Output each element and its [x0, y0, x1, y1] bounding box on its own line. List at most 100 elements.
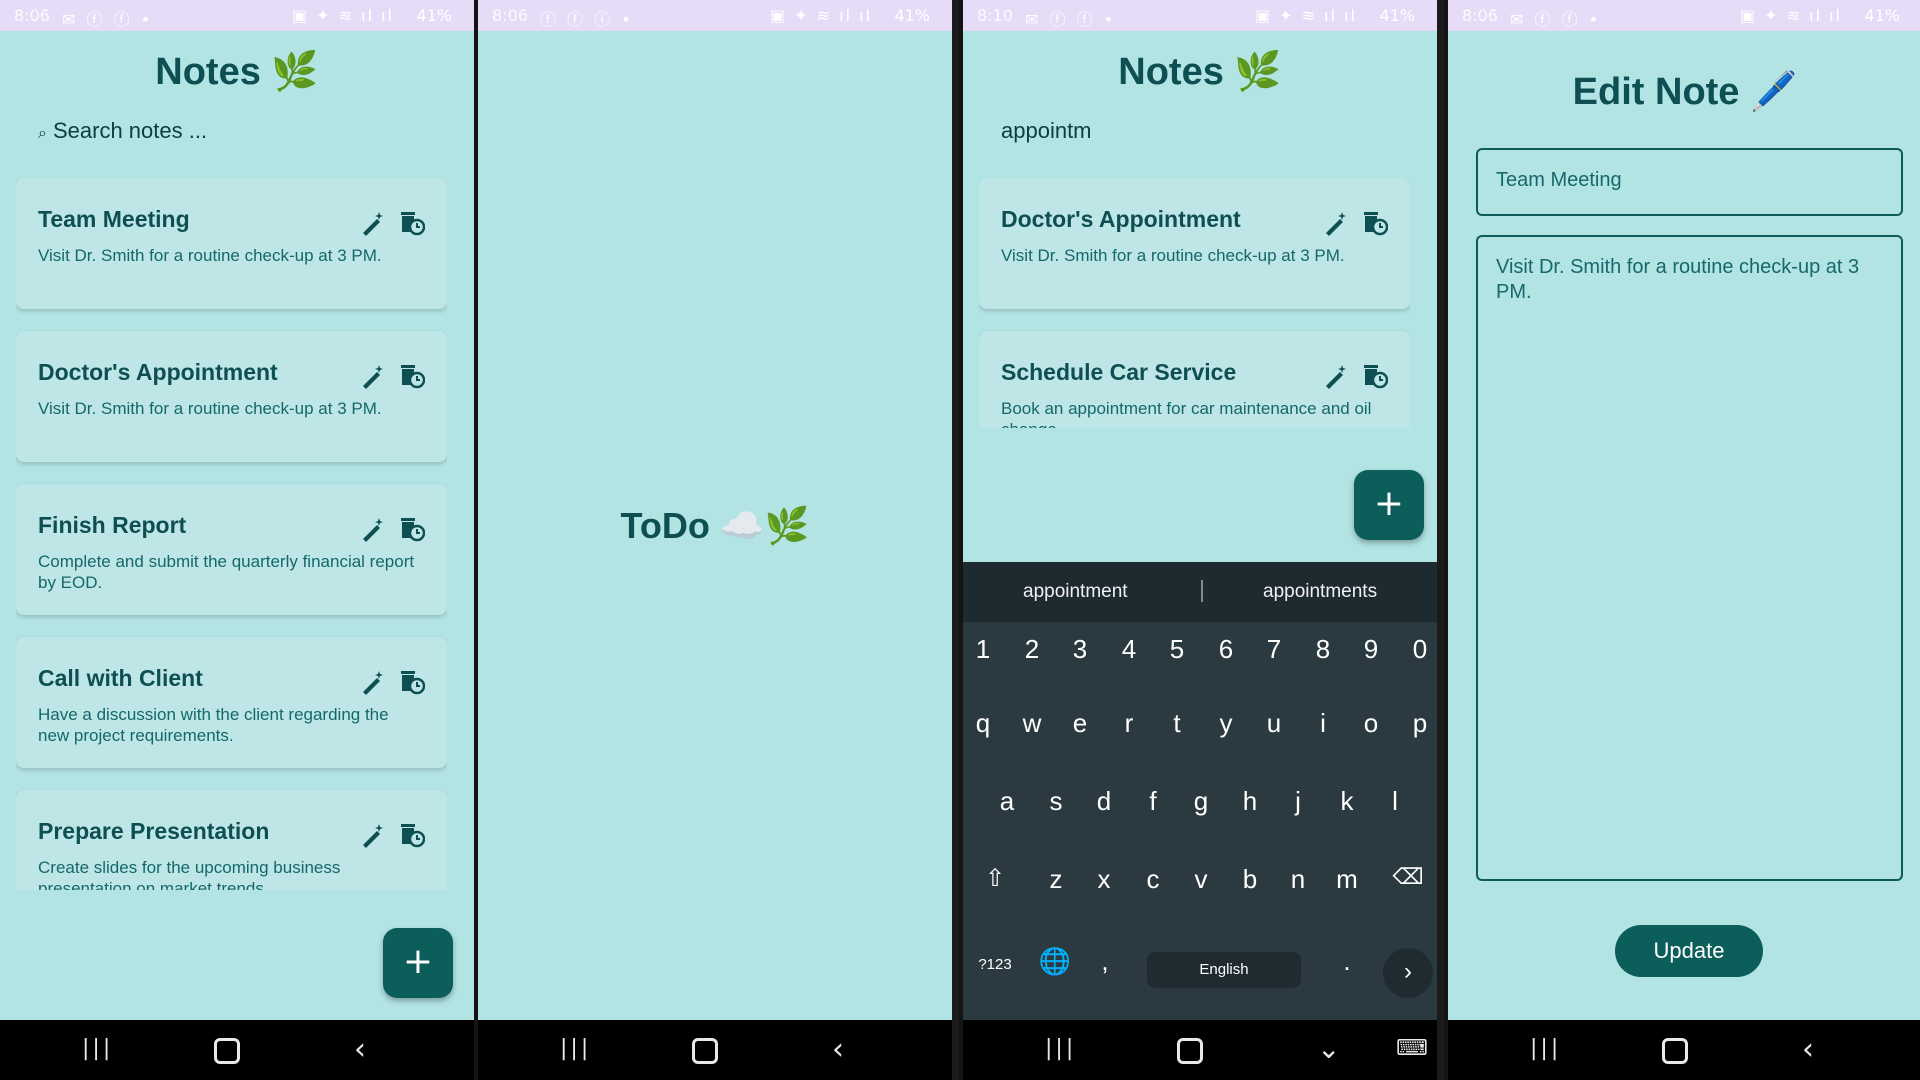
- key[interactable]: i: [1303, 708, 1343, 739]
- key[interactable]: x: [1084, 864, 1124, 895]
- shift-icon[interactable]: ⇧: [975, 864, 1015, 893]
- status-time: 8:06: [14, 6, 50, 25]
- suggestion-item[interactable]: appointment: [1023, 581, 1128, 603]
- key[interactable]: f: [1133, 786, 1173, 817]
- signal-icon: ▣ ✦ ≋ ıl ıl: [291, 6, 394, 25]
- key[interactable]: k: [1327, 786, 1367, 817]
- notes-list[interactable]: Team Meeting Visit Dr. Smith for a routi…: [16, 178, 447, 890]
- delete-icon[interactable]: [1360, 208, 1389, 236]
- edit-icon[interactable]: [1323, 210, 1351, 238]
- delete-icon[interactable]: [397, 667, 426, 695]
- comma-key[interactable]: ,: [1085, 946, 1125, 977]
- key[interactable]: m: [1327, 864, 1367, 895]
- delete-icon[interactable]: [397, 820, 426, 848]
- key[interactable]: s: [1036, 786, 1076, 817]
- key[interactable]: 3: [1060, 634, 1100, 665]
- key[interactable]: 6: [1206, 634, 1246, 665]
- key[interactable]: z: [1036, 864, 1076, 895]
- note-card[interactable]: Prepare Presentation Create slides for t…: [16, 790, 447, 890]
- note-card[interactable]: Doctor's Appointment Visit Dr. Smith for…: [979, 178, 1410, 309]
- edit-icon[interactable]: [360, 822, 388, 850]
- search-input[interactable]: appointm: [1001, 118, 1092, 144]
- suggestion-item[interactable]: appointments: [1263, 581, 1377, 603]
- key[interactable]: d: [1084, 786, 1124, 817]
- search-input[interactable]: ⌕ Search notes ...: [38, 118, 207, 144]
- note-title-field[interactable]: Team Meeting: [1476, 148, 1903, 216]
- key[interactable]: c: [1133, 864, 1173, 895]
- update-button[interactable]: Update: [1615, 925, 1763, 977]
- note-title: Doctor's Appointment: [1001, 206, 1241, 232]
- note-card[interactable]: Call with Client Have a discussion with …: [16, 637, 447, 768]
- key[interactable]: y: [1206, 708, 1246, 739]
- search-value: appointm: [1001, 118, 1092, 143]
- edit-icon[interactable]: [360, 669, 388, 697]
- note-card[interactable]: Schedule Car Service Book an appointment…: [979, 331, 1410, 428]
- period-key[interactable]: .: [1327, 946, 1367, 977]
- key[interactable]: e: [1060, 708, 1100, 739]
- key[interactable]: 1: [963, 634, 1003, 665]
- key[interactable]: a: [987, 786, 1027, 817]
- edit-icon[interactable]: [360, 210, 388, 238]
- key[interactable]: 5: [1157, 634, 1197, 665]
- home-icon[interactable]: [1177, 1038, 1203, 1064]
- key[interactable]: 2: [1012, 634, 1052, 665]
- key[interactable]: o: [1351, 708, 1391, 739]
- globe-icon[interactable]: 🌐: [1035, 946, 1075, 977]
- key[interactable]: 8: [1303, 634, 1343, 665]
- home-icon[interactable]: [214, 1038, 240, 1064]
- home-icon[interactable]: [1662, 1038, 1688, 1064]
- key[interactable]: q: [963, 708, 1003, 739]
- home-icon[interactable]: [692, 1038, 718, 1064]
- signal-icon: ▣ ✦ ≋ ıl ıl: [1739, 6, 1842, 25]
- key[interactable]: r: [1109, 708, 1149, 739]
- key[interactable]: u: [1254, 708, 1294, 739]
- recents-icon[interactable]: |||: [1045, 1036, 1076, 1061]
- enter-key[interactable]: ›: [1383, 948, 1433, 998]
- key[interactable]: 7: [1254, 634, 1294, 665]
- status-time: 8:06: [1462, 6, 1498, 25]
- key[interactable]: 9: [1351, 634, 1391, 665]
- key[interactable]: b: [1230, 864, 1270, 895]
- key[interactable]: h: [1230, 786, 1270, 817]
- delete-icon[interactable]: [397, 361, 426, 389]
- key[interactable]: v: [1181, 864, 1221, 895]
- suggestion-divider: [1201, 580, 1203, 602]
- chevron-down-icon[interactable]: ⌄: [1317, 1032, 1340, 1065]
- add-note-button[interactable]: +: [383, 928, 453, 998]
- add-note-button[interactable]: +: [1354, 470, 1424, 540]
- key[interactable]: l: [1375, 786, 1415, 817]
- delete-icon[interactable]: [397, 208, 426, 236]
- backspace-icon[interactable]: ⌫: [1388, 864, 1428, 890]
- key[interactable]: n: [1278, 864, 1318, 895]
- key[interactable]: g: [1181, 786, 1221, 817]
- note-card[interactable]: Finish Report Complete and submit the qu…: [16, 484, 447, 615]
- key[interactable]: p: [1400, 708, 1437, 739]
- notes-list[interactable]: Doctor's Appointment Visit Dr. Smith for…: [979, 178, 1410, 428]
- delete-icon[interactable]: [1360, 361, 1389, 389]
- note-card[interactable]: Doctor's Appointment Visit Dr. Smith for…: [16, 331, 447, 462]
- space-key[interactable]: English: [1147, 952, 1301, 988]
- note-body: Complete and submit the quarterly financ…: [38, 552, 415, 592]
- back-icon[interactable]: ‹: [354, 1032, 366, 1067]
- recents-icon[interactable]: |||: [560, 1036, 591, 1061]
- key[interactable]: 0: [1400, 634, 1437, 665]
- symbols-key[interactable]: ?123: [975, 956, 1015, 973]
- key[interactable]: 4: [1109, 634, 1149, 665]
- back-icon[interactable]: ‹: [832, 1032, 844, 1067]
- recents-icon[interactable]: |||: [82, 1036, 113, 1061]
- edit-icon[interactable]: [360, 363, 388, 391]
- key[interactable]: w: [1012, 708, 1052, 739]
- note-card[interactable]: Team Meeting Visit Dr. Smith for a routi…: [16, 178, 447, 309]
- back-icon[interactable]: ‹: [1802, 1032, 1814, 1067]
- edit-icon[interactable]: [1323, 363, 1351, 391]
- key[interactable]: j: [1278, 786, 1318, 817]
- status-time: 8:10: [977, 6, 1013, 25]
- edit-icon[interactable]: [360, 516, 388, 544]
- keyboard-icon[interactable]: ⌨: [1396, 1036, 1428, 1061]
- recents-icon[interactable]: |||: [1530, 1036, 1561, 1061]
- note-body-field[interactable]: Visit Dr. Smith for a routine check-up a…: [1476, 235, 1903, 881]
- system-nav-bar: ||| ‹: [478, 1020, 952, 1080]
- key[interactable]: t: [1157, 708, 1197, 739]
- delete-icon[interactable]: [397, 514, 426, 542]
- note-title: Prepare Presentation: [38, 818, 270, 844]
